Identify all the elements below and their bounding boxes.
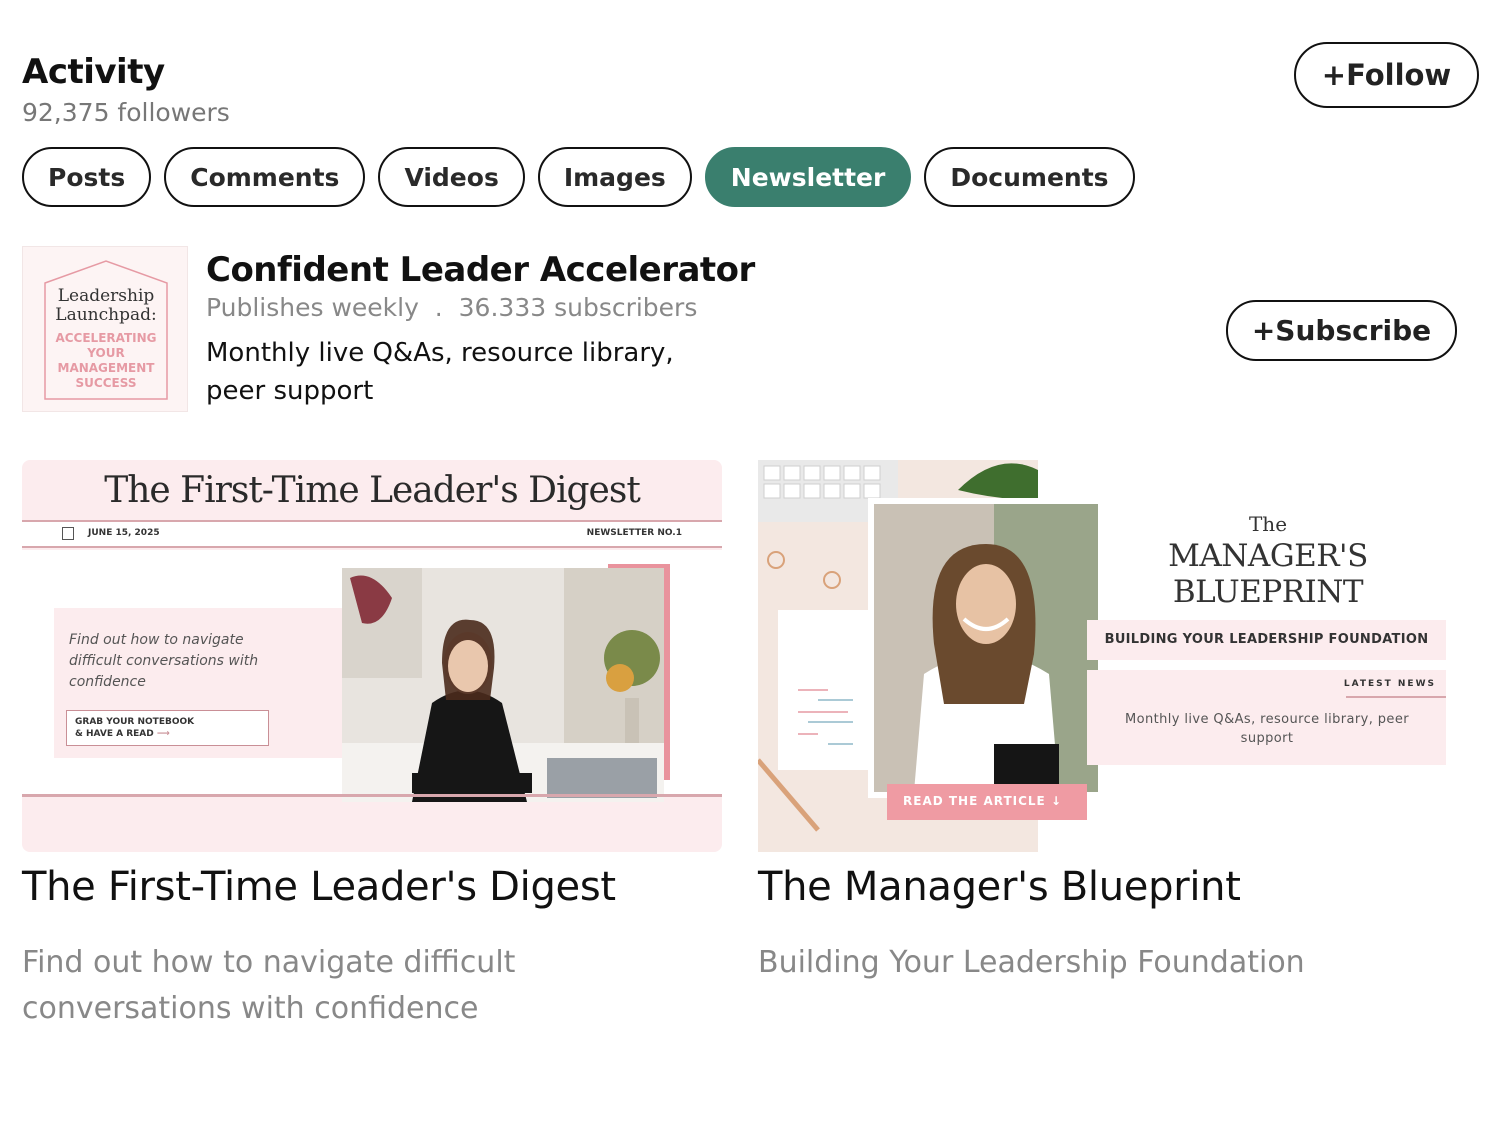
tab-videos[interactable]: Videos xyxy=(378,147,525,207)
cover-title: The First-Time Leader's Digest xyxy=(104,470,641,511)
article-cover-1[interactable]: The First-Time Leader's Digest JUNE 15, … xyxy=(22,460,722,852)
cover-issue: NEWSLETTER NO.1 xyxy=(586,528,682,538)
read-article-button[interactable]: READ THE ARTICLE ↓ xyxy=(887,784,1087,820)
publish-frequency: Publishes weekly xyxy=(206,293,419,322)
subscribe-button[interactable]: +Subscribe xyxy=(1226,300,1457,361)
subscriber-count: 36.333 subscribers xyxy=(458,293,698,322)
cover-photo-smiling-woman xyxy=(874,504,1098,792)
article-title-1[interactable]: The First-Time Leader's Digest xyxy=(22,864,616,910)
cover-blurb: Find out how to navigate difficult conve… xyxy=(69,632,259,690)
cover-news-box: LATEST NEWS Monthly live Q&As, resource … xyxy=(1087,670,1446,765)
arrow-right-icon: ⟶ xyxy=(156,729,170,739)
tab-documents[interactable]: Documents xyxy=(924,147,1135,207)
cover-footer-rule xyxy=(22,794,722,797)
cover-cta: GRAB YOUR NOTEBOOK & HAVE A READ ⟶ xyxy=(66,710,269,746)
page-title: Activity xyxy=(22,52,165,92)
cover-blurb: Monthly live Q&As, resource library, pee… xyxy=(1125,712,1409,746)
cover-title: MANAGER'S BLUEPRINT xyxy=(1168,538,1368,610)
calendar-icon xyxy=(62,527,74,540)
article-title-2[interactable]: The Manager's Blueprint xyxy=(758,864,1241,910)
meta-separator: . xyxy=(434,293,443,322)
cover-body: Find out how to navigate difficult conve… xyxy=(22,550,722,802)
cover-dateline: JUNE 15, 2025 NEWSLETTER NO.1 xyxy=(22,520,722,548)
article-cover-2[interactable]: READ THE ARTICLE ↓ The MANAGER'S BLUEPRI… xyxy=(758,460,1448,852)
newsletter-meta: Publishes weekly . 36.333 subscribers xyxy=(206,293,697,322)
cover-title-prefix: The xyxy=(1248,512,1288,536)
cover-photo-frame xyxy=(868,498,1104,798)
cover-rule xyxy=(1346,696,1446,698)
logo-tagline: ACCELERATING YOUR MANAGEMENT SUCCESS xyxy=(55,331,157,390)
follow-button[interactable]: +Follow xyxy=(1294,42,1479,108)
activity-tabs: Posts Comments Videos Images Newsletter … xyxy=(22,147,1135,207)
newsletter-logo[interactable]: Leadership Launchpad: ACCELERATING YOUR … xyxy=(22,246,188,412)
article-subtitle-2: Building Your Leadership Foundation xyxy=(758,945,1305,980)
cover-band: BUILDING YOUR LEADERSHIP FOUNDATION xyxy=(1087,620,1446,660)
newsletter-name[interactable]: Confident Leader Accelerator xyxy=(206,250,755,290)
article-subtitle-1: Find out how to navigate difficult conve… xyxy=(22,945,516,1026)
newsletter-description: Monthly live Q&As, resource library, pee… xyxy=(206,338,674,406)
tab-comments[interactable]: Comments xyxy=(164,147,366,207)
arrow-down-icon: ↓ xyxy=(1050,794,1063,808)
cover-blurb-box: Find out how to navigate difficult conve… xyxy=(54,608,344,758)
tab-posts[interactable]: Posts xyxy=(22,147,152,207)
follower-count: 92,375 followers xyxy=(22,98,230,127)
cover-date: JUNE 15, 2025 xyxy=(88,528,160,538)
cover-photo-woman-at-desk xyxy=(342,568,664,802)
tab-newsletter[interactable]: Newsletter xyxy=(704,147,912,207)
logo-wordmark: Leadership Launchpad: xyxy=(55,286,157,325)
cover-latest-label: LATEST NEWS xyxy=(1343,679,1436,689)
tab-images[interactable]: Images xyxy=(537,147,692,207)
